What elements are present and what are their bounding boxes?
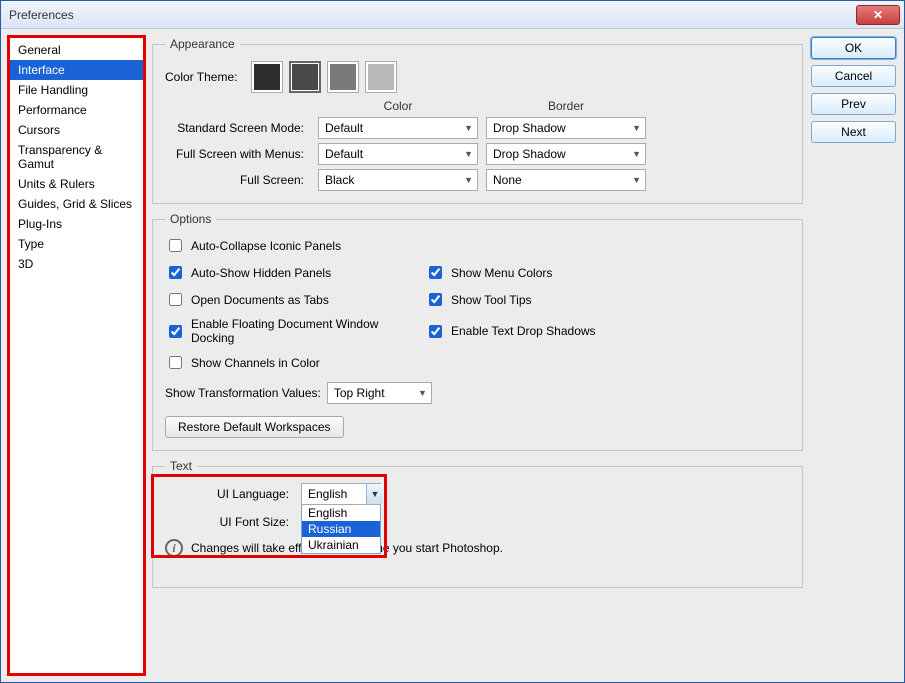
options-legend: Options bbox=[165, 212, 216, 226]
auto-collapse-check[interactable]: Auto-Collapse Iconic Panels bbox=[165, 236, 425, 255]
color-combo[interactable]: Default▼ bbox=[318, 143, 478, 165]
close-button[interactable]: ✕ bbox=[856, 5, 900, 25]
restore-workspaces-button[interactable]: Restore Default Workspaces bbox=[165, 416, 344, 438]
sidebar-item-guides-grid-slices[interactable]: Guides, Grid & Slices bbox=[10, 194, 143, 214]
prev-button[interactable]: Prev bbox=[811, 93, 896, 115]
ui-language-combo[interactable]: English ▼ bbox=[301, 483, 381, 505]
sidebar-item-type[interactable]: Type bbox=[10, 234, 143, 254]
auto-show-check[interactable]: Auto-Show Hidden Panels bbox=[165, 263, 425, 282]
floating-check[interactable]: Enable Floating Document Window Docking bbox=[165, 317, 425, 345]
sidebar-item-transparency-gamut[interactable]: Transparency & Gamut bbox=[10, 140, 143, 174]
screen-mode-label: Full Screen with Menus: bbox=[165, 147, 310, 161]
options-group: Options Auto-Collapse Iconic Panels Auto… bbox=[152, 212, 803, 451]
color-theme-swatch[interactable] bbox=[327, 61, 359, 93]
cancel-button[interactable]: Cancel bbox=[811, 65, 896, 87]
transform-values-label: Show Transformation Values: bbox=[165, 386, 321, 400]
color-combo[interactable]: Black▼ bbox=[318, 169, 478, 191]
border-combo[interactable]: Drop Shadow▼ bbox=[486, 117, 646, 139]
sidebar-item-3d[interactable]: 3D bbox=[10, 254, 143, 274]
screen-mode-label: Full Screen: bbox=[165, 173, 310, 187]
preferences-window: Preferences ✕ GeneralInterfaceFile Handl… bbox=[0, 0, 905, 683]
color-theme-swatches bbox=[251, 61, 397, 93]
sidebar-item-general[interactable]: General bbox=[10, 40, 143, 60]
auto-collapse-checkbox[interactable] bbox=[169, 239, 182, 252]
sidebar-item-file-handling[interactable]: File Handling bbox=[10, 80, 143, 100]
border-header: Border bbox=[486, 99, 646, 113]
sidebar-item-interface[interactable]: Interface bbox=[10, 60, 143, 80]
titlebar: Preferences ✕ bbox=[1, 1, 904, 29]
color-header: Color bbox=[318, 99, 478, 113]
category-sidebar: GeneralInterfaceFile HandlingPerformance… bbox=[9, 37, 144, 674]
chevron-down-icon: ▼ bbox=[464, 149, 473, 159]
chevron-down-icon: ▼ bbox=[464, 123, 473, 133]
chevron-down-icon: ▼ bbox=[366, 484, 383, 504]
sidebar-item-units-rulers[interactable]: Units & Rulers bbox=[10, 174, 143, 194]
tool-tips-checkbox[interactable] bbox=[429, 293, 442, 306]
ui-language-dropdown[interactable]: EnglishRussianUkrainian bbox=[301, 505, 381, 554]
language-option[interactable]: Russian bbox=[302, 521, 380, 537]
ui-font-size-label: UI Font Size: bbox=[165, 515, 295, 529]
appearance-legend: Appearance bbox=[165, 37, 240, 51]
chevron-down-icon: ▼ bbox=[418, 388, 427, 398]
language-option[interactable]: English bbox=[302, 505, 380, 521]
open-tabs-check[interactable]: Open Documents as Tabs bbox=[165, 290, 425, 309]
next-button[interactable]: Next bbox=[811, 121, 896, 143]
screen-mode-label: Standard Screen Mode: bbox=[165, 121, 310, 135]
text-shadows-checkbox[interactable] bbox=[429, 325, 442, 338]
channels-color-checkbox[interactable] bbox=[169, 356, 182, 369]
sidebar-item-performance[interactable]: Performance bbox=[10, 100, 143, 120]
menu-colors-check[interactable]: Show Menu Colors bbox=[425, 263, 790, 282]
floating-checkbox[interactable] bbox=[169, 325, 182, 338]
tool-tips-check[interactable]: Show Tool Tips bbox=[425, 290, 790, 309]
chevron-down-icon: ▼ bbox=[632, 175, 641, 185]
color-theme-swatch[interactable] bbox=[289, 61, 321, 93]
language-option[interactable]: Ukrainian bbox=[302, 537, 380, 553]
chevron-down-icon: ▼ bbox=[632, 123, 641, 133]
ui-language-label: UI Language: bbox=[165, 487, 295, 501]
main-panel: Appearance Color Theme: Color Border Sta… bbox=[152, 37, 803, 674]
border-combo[interactable]: None▼ bbox=[486, 169, 646, 191]
chevron-down-icon: ▼ bbox=[464, 175, 473, 185]
sidebar-item-cursors[interactable]: Cursors bbox=[10, 120, 143, 140]
transform-values-combo[interactable]: Top Right▼ bbox=[327, 382, 432, 404]
ok-button[interactable]: OK bbox=[811, 37, 896, 59]
appearance-group: Appearance Color Theme: Color Border Sta… bbox=[152, 37, 803, 204]
channels-color-check[interactable]: Show Channels in Color bbox=[165, 353, 425, 372]
text-legend: Text bbox=[165, 459, 197, 473]
sidebar-item-plug-ins[interactable]: Plug-Ins bbox=[10, 214, 143, 234]
auto-show-checkbox[interactable] bbox=[169, 266, 182, 279]
color-theme-swatch[interactable] bbox=[251, 61, 283, 93]
menu-colors-checkbox[interactable] bbox=[429, 266, 442, 279]
chevron-down-icon: ▼ bbox=[632, 149, 641, 159]
color-theme-swatch[interactable] bbox=[365, 61, 397, 93]
info-icon: i bbox=[165, 539, 183, 557]
color-combo[interactable]: Default▼ bbox=[318, 117, 478, 139]
open-tabs-checkbox[interactable] bbox=[169, 293, 182, 306]
text-shadows-check[interactable]: Enable Text Drop Shadows bbox=[425, 317, 790, 345]
window-title: Preferences bbox=[9, 8, 74, 22]
color-theme-label: Color Theme: bbox=[165, 70, 245, 84]
dialog-buttons: OK Cancel Prev Next bbox=[811, 37, 896, 674]
border-combo[interactable]: Drop Shadow▼ bbox=[486, 143, 646, 165]
text-group: Text UI Language: English ▼ UI Font Size… bbox=[152, 459, 803, 588]
